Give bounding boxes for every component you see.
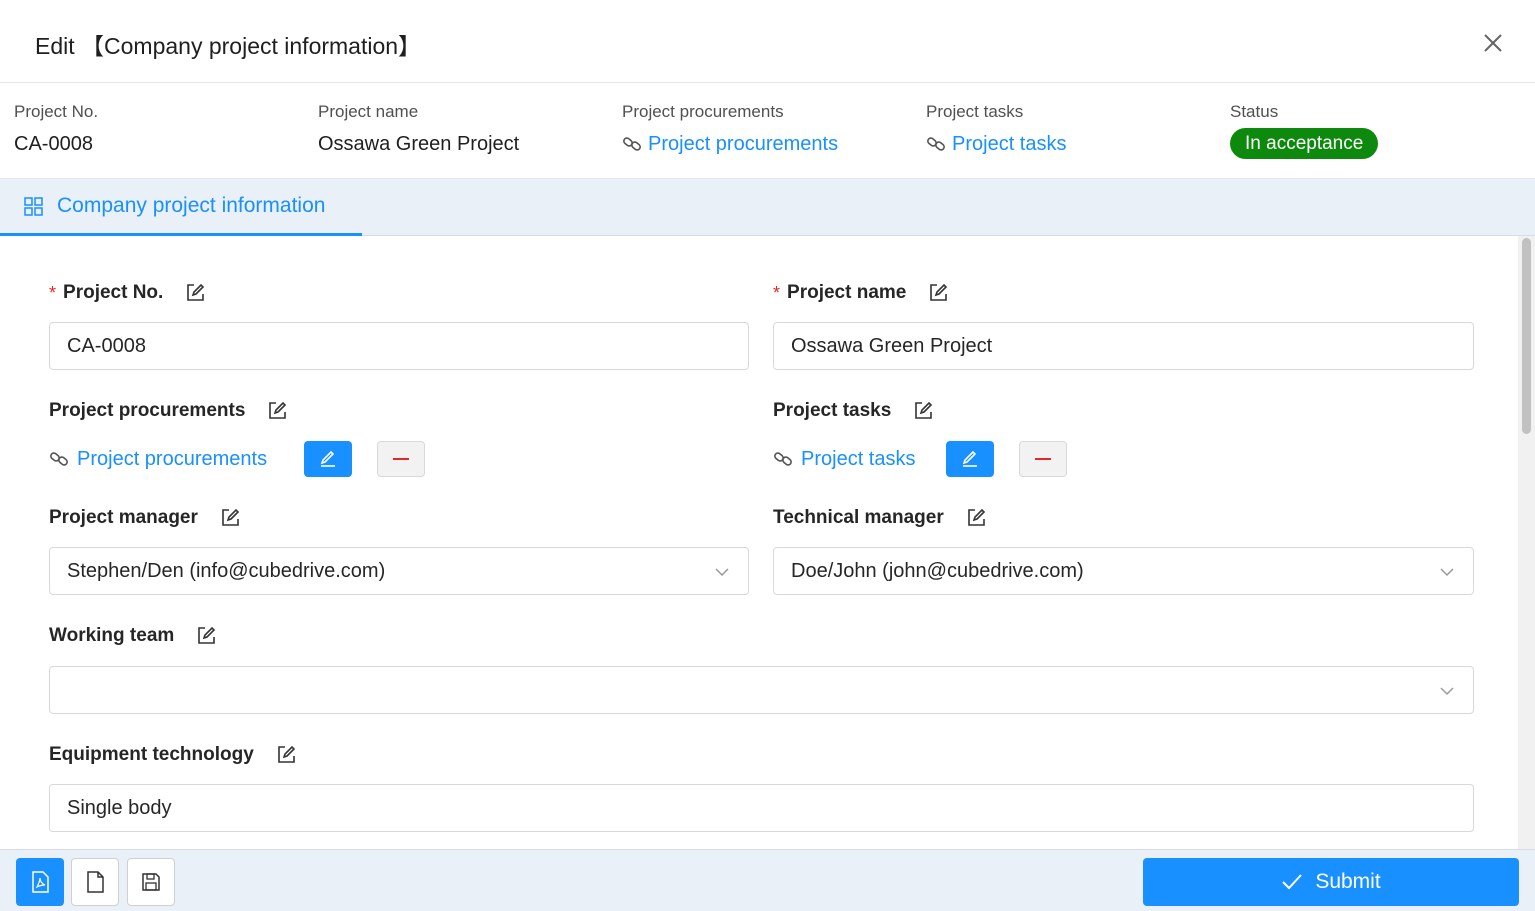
pencil-icon xyxy=(320,450,335,467)
select-value: Stephen/Den (info@cubedrive.com) xyxy=(67,559,386,582)
summary-project-no: Project No. CA-0008 xyxy=(14,101,98,157)
summary-label: Status xyxy=(1230,102,1279,121)
dialog-header: Edit 【Company project information】 xyxy=(0,0,1535,83)
field-label-text: Project procurements xyxy=(49,400,246,421)
check-icon xyxy=(1282,874,1303,890)
working-team-select[interactable] xyxy=(49,666,1474,714)
field-label-text: Project tasks xyxy=(773,400,892,421)
summary-project-name: Project name Ossawa Green Project xyxy=(318,101,519,157)
document-button[interactable] xyxy=(71,858,119,906)
link-icon xyxy=(50,452,68,466)
required-asterisk: * xyxy=(773,282,781,303)
project-manager-select[interactable]: Stephen/Den (info@cubedrive.com) xyxy=(49,547,749,595)
edit-icon[interactable] xyxy=(928,283,948,303)
edit-icon[interactable] xyxy=(276,745,296,765)
project-name-label: * Project name xyxy=(773,280,948,306)
equipment-technology-label: Equipment technology xyxy=(49,742,296,768)
select-value: Doe/John (john@cubedrive.com) xyxy=(791,559,1084,582)
edit-icon[interactable] xyxy=(196,626,216,646)
link-icon xyxy=(623,137,641,151)
tab-bar: Company project information xyxy=(0,179,1535,236)
edit-icon[interactable] xyxy=(913,401,933,421)
field-label-text: Project name xyxy=(787,282,907,303)
field-label-text: Equipment technology xyxy=(49,744,254,765)
remove-tasks-button[interactable] xyxy=(1019,441,1067,477)
summary-label: Project name xyxy=(318,102,419,121)
project-procurements-label: Project procurements xyxy=(49,398,287,424)
technical-manager-label: Technical manager xyxy=(773,505,986,531)
pdf-file-icon xyxy=(32,871,49,893)
field-label-text: Technical manager xyxy=(773,507,944,528)
pdf-export-button[interactable] xyxy=(16,858,64,906)
project-procurements-field-link[interactable]: Project procurements xyxy=(49,441,267,477)
edit-tasks-button[interactable] xyxy=(946,441,994,477)
save-icon xyxy=(142,873,160,891)
minus-icon xyxy=(393,458,409,460)
field-label-text: Working team xyxy=(49,625,175,646)
project-tasks-link[interactable]: Project tasks xyxy=(926,131,1066,157)
project-tasks-field-link[interactable]: Project tasks xyxy=(773,441,915,477)
close-button[interactable] xyxy=(1478,28,1508,58)
summary-label: Project procurements xyxy=(622,102,784,121)
edit-icon[interactable] xyxy=(966,508,986,528)
dialog-title: Edit 【Company project information】 xyxy=(35,33,422,59)
form-area: * Project No. CA-0008 * Project name Oss… xyxy=(0,236,1518,849)
technical-manager-select[interactable]: Doe/John (john@cubedrive.com) xyxy=(773,547,1474,595)
link-label[interactable]: Project procurements xyxy=(77,448,267,471)
summary-label: Project tasks xyxy=(926,102,1024,121)
tab-label[interactable]: Company project information xyxy=(57,194,325,218)
working-team-label: Working team xyxy=(49,623,216,649)
project-no-input[interactable]: CA-0008 xyxy=(49,322,749,370)
remove-procurements-button[interactable] xyxy=(377,441,425,477)
file-icon xyxy=(87,871,104,893)
link-icon xyxy=(927,137,945,151)
edit-icon[interactable] xyxy=(220,508,240,528)
summary-project-procurements: Project procurements Project procurement… xyxy=(622,101,838,157)
dialog-footer: Submit xyxy=(0,849,1535,911)
grid-icon xyxy=(24,196,43,216)
summary-strip: Project No. CA-0008 Project name Ossawa … xyxy=(0,83,1535,179)
tab-company-project-information[interactable]: Company project information xyxy=(0,179,362,236)
scrollbar-thumb[interactable] xyxy=(1522,238,1531,434)
edit-icon[interactable] xyxy=(185,283,205,303)
close-icon[interactable] xyxy=(1478,28,1508,58)
summary-label: Project No. xyxy=(14,102,99,121)
link-label[interactable]: Project procurements xyxy=(648,131,838,157)
required-asterisk: * xyxy=(49,282,57,303)
edit-procurements-button[interactable] xyxy=(304,441,352,477)
project-no-label: * Project No. xyxy=(49,280,205,306)
summary-project-tasks: Project tasks Project tasks xyxy=(926,101,1066,157)
chevron-down-icon xyxy=(715,568,729,577)
summary-value: CA-0008 xyxy=(14,133,93,155)
project-tasks-label: Project tasks xyxy=(773,398,933,424)
submit-label[interactable]: Submit xyxy=(1315,870,1380,894)
minus-icon xyxy=(1035,458,1051,460)
project-name-input[interactable]: Ossawa Green Project xyxy=(773,322,1474,370)
pencil-icon xyxy=(962,450,977,467)
field-label-text: Project manager xyxy=(49,507,198,528)
chevron-down-icon xyxy=(1440,687,1454,696)
equipment-technology-input[interactable]: Single body xyxy=(49,784,1474,832)
link-label[interactable]: Project tasks xyxy=(801,448,915,471)
summary-status: Status In acceptance xyxy=(1230,101,1379,159)
form-scrollbar[interactable] xyxy=(1518,236,1535,849)
link-icon xyxy=(774,452,792,466)
field-label-text: Project No. xyxy=(63,282,164,303)
save-draft-button[interactable] xyxy=(127,858,175,906)
project-procurements-link[interactable]: Project procurements xyxy=(622,131,838,157)
project-manager-label: Project manager xyxy=(49,505,240,531)
edit-icon[interactable] xyxy=(267,401,287,421)
status-badge: In acceptance xyxy=(1230,128,1379,159)
submit-button[interactable]: Submit xyxy=(1143,858,1519,906)
link-label[interactable]: Project tasks xyxy=(952,131,1066,157)
summary-value: Ossawa Green Project xyxy=(318,133,520,155)
chevron-down-icon xyxy=(1440,568,1454,577)
